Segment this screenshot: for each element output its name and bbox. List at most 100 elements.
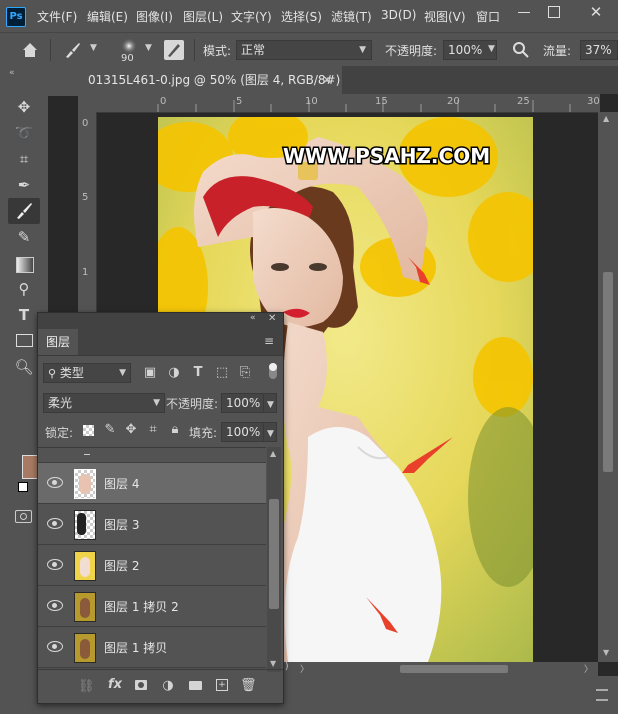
layer-name[interactable]: 图层 1 拷贝 xyxy=(104,639,167,656)
horizontal-scroll-thumb[interactable] xyxy=(400,665,508,673)
lock-artboard-icon[interactable]: ⌗ xyxy=(145,422,161,437)
layer-row[interactable]: 图层 4 xyxy=(38,463,266,504)
scroll-down-icon[interactable]: ▼ xyxy=(603,648,609,657)
blend-mode-select[interactable]: 柔光 ▼ xyxy=(43,393,165,413)
menu-filter[interactable]: 滤镜(T) xyxy=(331,8,372,25)
layer-list-scrollbar[interactable]: ▲ ▼ xyxy=(267,447,281,672)
layer-name[interactable]: 图层 2 xyxy=(104,557,139,574)
filter-smart-object-icon[interactable]: ⎘ xyxy=(237,365,253,380)
type-tool-icon[interactable]: T xyxy=(13,304,35,326)
chevron-down-icon: ▼ xyxy=(267,400,274,410)
visibility-eye-icon[interactable] xyxy=(47,559,63,570)
ruler-label: 5 xyxy=(82,192,89,203)
menu-type[interactable]: 文字(Y) xyxy=(231,8,272,25)
new-group-folder-icon[interactable] xyxy=(189,681,202,690)
lock-transparent-icon[interactable] xyxy=(83,425,94,436)
new-adjustment-icon[interactable]: ◑ xyxy=(160,678,176,693)
layer-opacity-dropdown[interactable]: ▼ xyxy=(263,393,277,413)
layer-name[interactable]: 图层 1 拷贝 2 xyxy=(104,598,179,615)
scroll-left-icon[interactable]: 〉 xyxy=(300,662,309,675)
collapse-chevron-icon[interactable]: « xyxy=(9,68,15,78)
document-tab[interactable]: 01315L461-0.jpg @ 50% (图层 4, RGB/8#) * ✕ xyxy=(78,66,342,115)
fill-input[interactable]: 100% xyxy=(221,422,265,442)
layer-row[interactable]: 图层 3 xyxy=(38,504,266,545)
new-layer-icon[interactable]: + xyxy=(216,679,228,691)
layer-name[interactable]: 图层 4 xyxy=(104,475,139,492)
delete-layer-icon[interactable]: 🗑︎ xyxy=(240,678,257,693)
menu-window[interactable]: 窗口 xyxy=(476,8,500,25)
visibility-eye-icon[interactable] xyxy=(47,600,63,611)
dodge-tool-icon[interactable]: ⚲ xyxy=(13,278,35,300)
scroll-up-icon[interactable]: ▲ xyxy=(603,114,609,123)
maximize-button[interactable] xyxy=(540,0,568,24)
vertical-scroll-thumb[interactable] xyxy=(603,272,613,472)
lock-image-icon[interactable]: ✎ xyxy=(102,422,118,437)
layer-list-scroll-thumb[interactable] xyxy=(269,499,279,609)
scroll-right-icon[interactable]: 〉 xyxy=(584,662,593,675)
menu-layer[interactable]: 图层(L) xyxy=(183,8,223,25)
layer-row[interactable]: 图层 2 xyxy=(38,545,266,586)
menu-select[interactable]: 选择(S) xyxy=(281,8,322,25)
panel-menu-icon[interactable]: ≡ xyxy=(264,334,274,348)
minimize-button[interactable] xyxy=(510,0,538,24)
menu-image[interactable]: 图像(I) xyxy=(136,8,173,25)
pressure-opacity-icon[interactable] xyxy=(512,41,530,59)
filter-shape-icon[interactable]: ⬚ xyxy=(214,365,230,380)
tab-layers[interactable]: 图层 xyxy=(38,329,78,355)
filter-kind-select[interactable]: ⚲ 类型 ▼ xyxy=(43,363,131,383)
filter-pixel-icon[interactable]: ▣ xyxy=(142,365,158,380)
scroll-up-icon[interactable]: ▲ xyxy=(270,449,276,458)
close-tab-icon[interactable]: ✕ xyxy=(322,66,332,94)
eyedropper-icon[interactable]: ✒ xyxy=(13,174,35,196)
default-colors-icon[interactable] xyxy=(18,482,28,492)
chevron-down-icon[interactable]: ▼ xyxy=(488,44,495,54)
link-layers-icon[interactable]: ⛓ xyxy=(78,679,95,694)
menu-view[interactable]: 视图(V) xyxy=(424,8,466,25)
ruler-label: 20 xyxy=(447,96,460,107)
visibility-eye-icon[interactable] xyxy=(47,518,63,529)
resize-grip-icon[interactable] xyxy=(596,689,608,701)
mode-select[interactable]: 正常 ▼ xyxy=(236,40,372,60)
layer-row-partial[interactable] xyxy=(38,448,266,463)
chevron-down-icon[interactable]: ▼ xyxy=(90,43,97,53)
filter-adjustment-icon[interactable]: ◑ xyxy=(166,365,182,380)
menu-edit[interactable]: 编辑(E) xyxy=(87,8,128,25)
menu-3d[interactable]: 3D(D) xyxy=(381,8,416,22)
scroll-down-icon[interactable]: ▼ xyxy=(270,659,276,668)
fill-dropdown[interactable]: ▼ xyxy=(263,422,277,442)
menu-file[interactable]: 文件(F) xyxy=(37,8,77,25)
lasso-tool-icon[interactable]: ➰ xyxy=(13,122,35,144)
horizontal-ruler[interactable]: 0 5 10 15 20 25 30 xyxy=(78,94,600,113)
layer-row[interactable]: 图层 1 拷贝 2 xyxy=(38,586,266,627)
add-mask-icon[interactable] xyxy=(135,680,147,690)
vertical-scrollbar[interactable]: ▲ ▼ xyxy=(598,112,618,662)
filter-toggle[interactable] xyxy=(269,363,277,379)
move-tool-icon[interactable]: ✥ xyxy=(13,96,35,118)
fx-icon[interactable]: fx xyxy=(106,677,124,692)
home-icon[interactable] xyxy=(20,40,40,60)
close-button[interactable]: ✕ xyxy=(576,0,616,24)
layer-name[interactable]: 图层 3 xyxy=(104,516,139,533)
crop-tool-icon[interactable]: ⌗ xyxy=(13,148,35,170)
visibility-eye-icon[interactable] xyxy=(47,477,63,488)
horizontal-scrollbar[interactable]: i) 〉 〉 xyxy=(282,661,598,676)
history-brush-icon[interactable]: ✎ xyxy=(13,226,35,248)
filter-type-icon[interactable]: T xyxy=(190,365,206,380)
close-panel-icon[interactable]: ✕ xyxy=(268,313,276,324)
lock-position-icon[interactable]: ✥ xyxy=(123,422,139,437)
layer-opacity-input[interactable]: 100% xyxy=(221,393,265,413)
rectangle-tool-icon[interactable] xyxy=(16,334,33,347)
brush-tool-icon[interactable] xyxy=(8,198,40,224)
visibility-eye-icon[interactable] xyxy=(47,641,63,652)
collapse-panel-icon[interactable]: « xyxy=(250,313,256,323)
zoom-tool-icon[interactable]: 🔍︎ xyxy=(13,356,35,378)
flow-input[interactable]: 37% xyxy=(580,40,618,60)
quick-mask-icon[interactable] xyxy=(15,510,32,523)
gradient-tool-icon[interactable] xyxy=(16,257,34,273)
lock-all-icon[interactable]: 🔒︎ xyxy=(167,422,183,437)
layers-panel-titlebar[interactable]: « ✕ xyxy=(38,313,283,329)
layer-row[interactable]: 图层 1 拷贝 xyxy=(38,627,266,668)
brush-panel-toggle-icon[interactable] xyxy=(164,40,184,60)
brush-preset-icon[interactable] xyxy=(62,41,82,59)
chevron-down-icon[interactable]: ▼ xyxy=(145,43,152,53)
